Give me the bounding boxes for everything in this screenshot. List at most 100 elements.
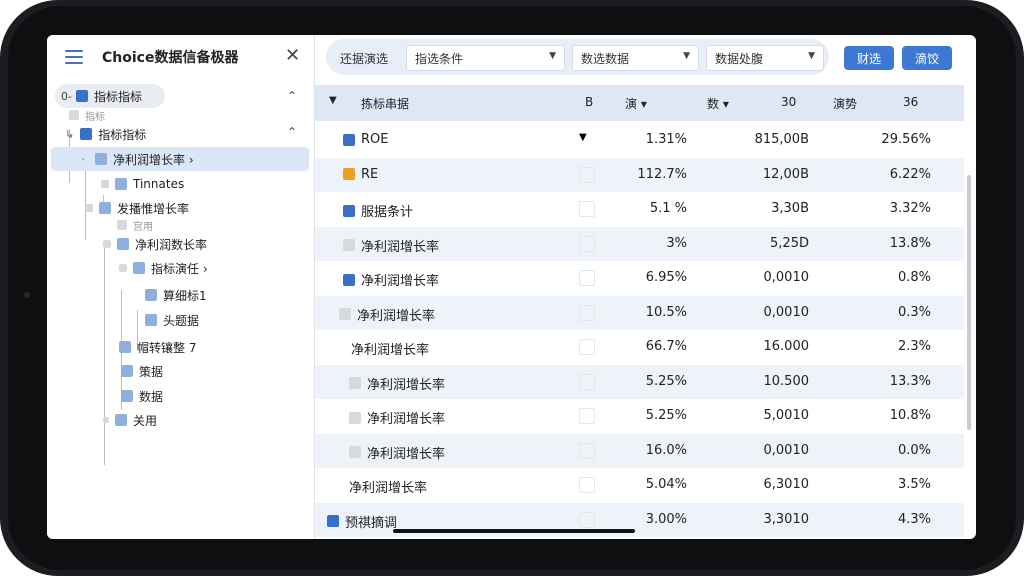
node-icon <box>99 202 111 214</box>
table-row[interactable]: 净利润增长率 5.25% 5,0010 10.8% <box>315 399 964 433</box>
table-row[interactable]: 净利润增长率 10.5% 0,0010 0.3% <box>315 295 964 330</box>
row-cell: 5,25D <box>770 235 809 251</box>
row-checkbox[interactable] <box>579 304 595 321</box>
data-select[interactable]: 数选数据 ▼ <box>572 45 699 71</box>
row-icon <box>343 273 355 286</box>
node-label: 策据 <box>139 364 164 379</box>
row-label: ROE <box>361 132 389 147</box>
chevron-up-icon[interactable]: ⌃ <box>287 125 297 139</box>
column-header[interactable]: 数 ▾ <box>707 95 729 112</box>
row-cell: 5.1 % <box>649 201 687 216</box>
condition-select[interactable]: 指选条件 ▼ <box>406 45 565 71</box>
row-cell: 3,30B <box>771 201 809 216</box>
row-icon <box>343 133 355 146</box>
column-header[interactable]: B <box>585 95 593 109</box>
column-header[interactable]: 36 <box>903 95 918 109</box>
column-header[interactable]: 30 <box>781 95 796 109</box>
tree-node[interactable]: 策据 <box>121 359 163 383</box>
tree-node[interactable]: 头题据 <box>145 308 199 332</box>
table-row[interactable]: 净利润增长率 5.25% 10.500 13.3% <box>315 364 964 399</box>
row-label: RE <box>361 166 379 182</box>
row-checkbox[interactable] <box>579 477 595 493</box>
row-name: 净利润增长率 <box>351 339 429 358</box>
sidebar: Choice数据信备极器 ✕ 0- 指标指标 ⌃ 指标 ↳ 指标指标 ⌃ - 净… <box>47 35 315 539</box>
row-cell: 13.8% <box>889 235 931 251</box>
home-indicator[interactable] <box>393 529 635 533</box>
tree-node[interactable]: 帽转镶整 7 <box>119 335 196 359</box>
row-cell: 16.000 <box>763 339 810 354</box>
row-checkbox[interactable] <box>579 270 595 286</box>
row-label: 净利润增长率 <box>351 343 430 358</box>
table-row[interactable]: 净利润增长率 3% 5,25D 13.8% <box>315 226 964 261</box>
row-dropdown-icon[interactable]: ▼ <box>579 132 593 146</box>
scrollbar[interactable] <box>967 175 971 430</box>
table-row[interactable]: RE 112.7% 12,00B 6.22% <box>315 157 964 192</box>
node-icon <box>117 238 129 250</box>
tree-node[interactable]: 算细标1 <box>145 283 207 307</box>
row-label: 预祺摘调 <box>345 515 398 531</box>
row-name: RE <box>343 167 378 182</box>
node-icon <box>145 289 157 301</box>
row-name: 净利润增长率 <box>349 443 445 462</box>
tree-node[interactable]: 净利润数长率 <box>103 232 207 256</box>
row-checkbox[interactable] <box>579 408 595 424</box>
table-row[interactable]: 净利润增长率 5.04% 6,3010 3.5% <box>315 468 964 502</box>
column-header[interactable]: 演 ▾ <box>625 95 647 112</box>
column-header[interactable]: 拣标串据 <box>361 95 409 112</box>
row-name: ROE <box>343 132 388 147</box>
row-checkbox[interactable] <box>579 339 595 355</box>
row-cell: 6.95% <box>645 270 687 285</box>
clear-button[interactable]: 滴饺 <box>902 46 952 70</box>
node-label: 宫用 <box>133 221 153 233</box>
row-checkbox[interactable] <box>579 511 595 528</box>
row-cell: 2.3% <box>897 339 931 354</box>
tree-node-selected[interactable]: - 净利润增长率 › <box>51 147 309 171</box>
expand-toggle[interactable]: 0- <box>61 90 72 103</box>
node-icon <box>103 417 109 423</box>
row-cell: 5.25% <box>645 408 687 423</box>
select-value: 数据处腹 <box>715 52 764 66</box>
node-label: 数据 <box>139 389 164 404</box>
row-cell: 16.0% <box>645 442 687 458</box>
row-label: 服据条计 <box>361 205 414 220</box>
node-icon <box>119 341 131 353</box>
node-icon <box>95 153 107 165</box>
table-row[interactable]: ROE ▼ 1.31% 815,00B 29.56% <box>315 123 964 157</box>
camera <box>24 292 30 298</box>
chevron-up-icon[interactable]: ⌃ <box>287 89 297 103</box>
row-checkbox[interactable] <box>579 166 595 183</box>
row-cell: 0,0010 <box>763 442 810 458</box>
row-checkbox[interactable] <box>579 442 595 459</box>
close-icon[interactable]: ✕ <box>285 47 300 65</box>
table-row[interactable]: 净利润增长率 6.95% 0,0010 0.8% <box>315 261 964 295</box>
row-cell: 112.7% <box>637 166 687 182</box>
row-checkbox[interactable] <box>579 201 595 217</box>
row-checkbox[interactable] <box>579 373 595 390</box>
column-header[interactable]: 演势 <box>833 95 857 112</box>
filter-button[interactable]: 财选 <box>844 46 894 70</box>
menu-icon[interactable] <box>65 50 83 64</box>
select-value: 数选数据 <box>581 52 630 66</box>
table-row[interactable]: 净利润增长率 66.7% 16.000 2.3% <box>315 330 964 364</box>
filter-label: 还据演选 <box>340 52 389 66</box>
sort-icon[interactable]: ▼ <box>329 95 337 106</box>
tree-line <box>104 245 105 465</box>
tree-node[interactable]: 关用 <box>103 408 157 432</box>
row-cell: 6,3010 <box>763 477 810 492</box>
expand-toggle[interactable]: ↳ <box>65 128 74 141</box>
row-checkbox[interactable] <box>579 235 595 252</box>
tree-node[interactable]: Tinnates <box>101 172 184 196</box>
row-icon <box>349 377 361 389</box>
tree-node[interactable]: ↳ 指标指标 <box>65 122 146 146</box>
tree-node[interactable]: 指标演任 › <box>119 256 208 280</box>
table-row[interactable]: 服据条计 5.1 % 3,30B 3.32% <box>315 192 964 226</box>
row-name: 服据条计 <box>343 201 413 220</box>
table-row[interactable]: 净利润增长率 16.0% 0,0010 0.0% <box>315 433 964 468</box>
processing-select[interactable]: 数据处腹 ▼ <box>706 45 824 71</box>
row-name: 净利润增长率 <box>339 305 435 324</box>
tree-node[interactable]: 数据 <box>121 384 163 408</box>
row-label: 净利润增长率 <box>361 274 440 289</box>
node-label: 净利润数长率 <box>135 237 208 252</box>
row-cell: 0.3% <box>897 304 931 320</box>
app-screen: Choice数据信备极器 ✕ 0- 指标指标 ⌃ 指标 ↳ 指标指标 ⌃ - 净… <box>47 35 976 539</box>
